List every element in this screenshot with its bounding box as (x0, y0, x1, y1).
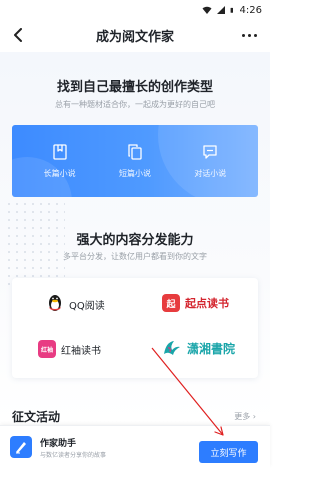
page-title: 成为阅文作家 (95, 29, 174, 45)
distribution-section-subtitle: 多平台分发，让数亿用户都看到你的文字 (63, 252, 207, 261)
more-dot (247, 33, 251, 37)
type-long-novel[interactable]: 长篇小说 (30, 143, 90, 179)
platform-hongxiu: 红袖 红袖读书 (38, 340, 101, 358)
type-short-novel[interactable]: 短篇小说 (105, 143, 165, 179)
write-now-button[interactable]: 立刻写作 (199, 441, 258, 463)
distribution-section-title: 强大的内容分发能力 (76, 233, 194, 248)
status-bar: 4:26 (0, 0, 270, 20)
platforms-card: QQ阅读 起 起点读书 红袖 红袖读书 潇湘書院 (12, 278, 258, 378)
bookmark-book-icon (53, 144, 67, 160)
nav-bar: 成为阅文作家 (0, 20, 270, 50)
writer-assistant-logo (10, 436, 32, 458)
platform-name: 潇湘書院 (187, 341, 236, 356)
more-dots-icon (241, 33, 245, 37)
back-button[interactable] (8, 25, 28, 45)
more-menu-button[interactable] (238, 25, 260, 45)
contest-section-title: 征文活动 (12, 410, 61, 424)
app-description: 与数亿读者分享你的故事 (40, 452, 107, 459)
xiaoxiang-logo-icon (164, 341, 180, 355)
signal-icon (216, 6, 225, 14)
writing-types-card: 长篇小说 短篇小说 对话小说 (12, 125, 258, 197)
app-name: 作家助手 (40, 439, 77, 449)
type-label: 短篇小说 (118, 169, 151, 178)
chevron-left-icon (14, 28, 22, 42)
type-chat-novel[interactable]: 对话小说 (180, 143, 240, 179)
contest-more-link[interactable]: 更多 › (234, 411, 256, 422)
status-time: 4:26 (239, 4, 262, 16)
chat-bubble-icon (203, 145, 217, 159)
platform-qq-reading: QQ阅读 (46, 294, 105, 314)
platform-name: QQ阅读 (69, 300, 105, 312)
copy-pages-icon (128, 144, 142, 160)
platform-qidian: 起 起点读书 (162, 294, 229, 312)
types-section-subtitle: 总有一种题材适合你，一起成为更好的自己吧 (55, 100, 215, 109)
bottom-edge (0, 467, 270, 480)
wifi-icon (202, 6, 212, 14)
platform-xiaoxiang: 潇湘書院 (162, 338, 235, 358)
qidian-logo-icon: 起 (162, 294, 180, 312)
type-label: 对话小说 (194, 169, 227, 178)
hongxiu-logo-icon: 红袖 (38, 340, 56, 358)
battery-icon (230, 7, 233, 13)
platform-name: 起点读书 (185, 297, 229, 310)
type-label: 长篇小说 (43, 169, 76, 178)
more-dot (253, 33, 257, 37)
platform-name: 红袖读书 (61, 345, 101, 357)
types-section-title: 找到自己最擅长的创作类型 (56, 80, 213, 95)
qq-penguin-logo-icon (49, 295, 61, 311)
pen-icon (16, 442, 26, 454)
